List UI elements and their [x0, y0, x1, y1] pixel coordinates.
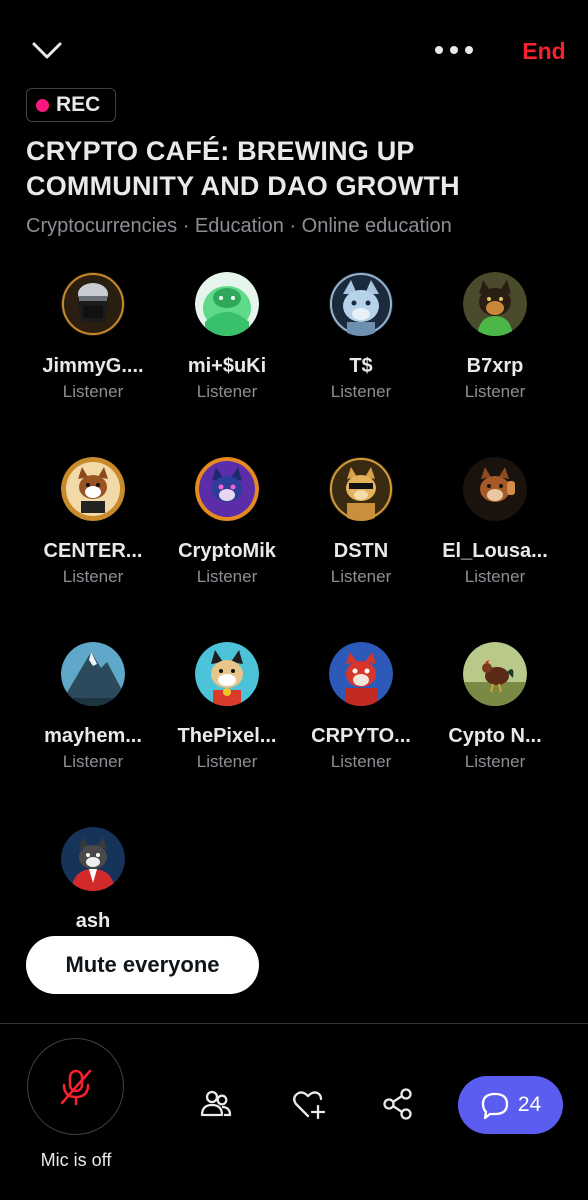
- avatar: [329, 272, 393, 336]
- avatar: [61, 827, 125, 891]
- avatar: [61, 272, 125, 336]
- comments-button[interactable]: 24: [458, 1076, 563, 1134]
- participant[interactable]: B7xrp Listener: [428, 272, 562, 403]
- participant-role: Listener: [196, 567, 258, 586]
- participant-name: CryptoMik: [178, 540, 276, 562]
- participant-role: Listener: [464, 382, 526, 401]
- participant-role: Listener: [62, 382, 124, 401]
- bottom-divider: [0, 1023, 588, 1024]
- more-dots-icon: [435, 46, 473, 54]
- mic-off-icon: [60, 1069, 91, 1105]
- participant[interactable]: mi+$uKi Listener: [160, 272, 294, 403]
- participant-role: Listener: [196, 752, 258, 771]
- participant-role: Listener: [330, 752, 392, 771]
- space-screen: End REC CRYPTO CAFÉ: BREWING UP COMMUNIT…: [0, 0, 588, 1200]
- space-title: CRYPTO CAFÉ: BREWING UP COMMUNITY AND DA…: [26, 134, 566, 204]
- space-title-line-2: COMMUNITY AND DAO GROWTH: [26, 171, 460, 201]
- participant[interactable]: El_Lousa... Listener: [428, 457, 562, 588]
- share-icon: [383, 1088, 412, 1120]
- avatar: [61, 457, 125, 521]
- avatar: [329, 642, 393, 706]
- mute-everyone-button[interactable]: Mute everyone: [26, 936, 259, 994]
- top-bar: End: [0, 30, 588, 70]
- participant-role: Listener: [196, 382, 258, 401]
- participant[interactable]: ThePixel... Listener: [160, 642, 294, 773]
- people-button[interactable]: [198, 1086, 234, 1122]
- avatar: [463, 642, 527, 706]
- end-space-button[interactable]: End: [514, 34, 574, 68]
- participant-name: JimmyG....: [42, 355, 144, 377]
- participant-role: Listener: [62, 567, 124, 586]
- avatar: [463, 457, 527, 521]
- chat-bubble-icon: [481, 1092, 508, 1120]
- participant-role: Listener: [464, 567, 526, 586]
- participant-name: mi+$uKi: [187, 355, 267, 377]
- avatar: [329, 457, 393, 521]
- participant-name: DSTN: [333, 540, 389, 562]
- participant[interactable]: CRPYTO... Listener: [294, 642, 428, 773]
- participant[interactable]: Cypto N... Listener: [428, 642, 562, 773]
- avatar: [61, 642, 125, 706]
- space-title-line-1: CRYPTO CAFÉ: BREWING UP: [26, 136, 415, 166]
- participant[interactable]: T$ Listener: [294, 272, 428, 403]
- participant-name: ThePixel...: [177, 725, 277, 747]
- avatar: [195, 457, 259, 521]
- participant-name: CENTER...: [43, 540, 143, 562]
- participant[interactable]: ash: [26, 827, 160, 933]
- participant[interactable]: DSTN Listener: [294, 457, 428, 588]
- avatar: [463, 272, 527, 336]
- mic-toggle-button[interactable]: [27, 1038, 124, 1135]
- collapse-button[interactable]: [28, 34, 66, 68]
- comments-count: 24: [517, 1093, 542, 1116]
- chevron-down-icon: [32, 42, 62, 59]
- participant-role: Listener: [330, 382, 392, 401]
- avatar: [195, 272, 259, 336]
- participant-role: Listener: [62, 752, 124, 771]
- participant-name: CRPYTO...: [311, 725, 411, 747]
- participant-name: T$: [349, 355, 373, 377]
- recording-label: REC: [56, 93, 101, 116]
- participant-name: B7xrp: [466, 355, 524, 377]
- more-options-button[interactable]: [432, 36, 476, 64]
- participant-name: Cypto N...: [448, 725, 542, 747]
- participant[interactable]: CENTER... Listener: [26, 457, 160, 588]
- reaction-button[interactable]: [290, 1086, 326, 1122]
- participant[interactable]: mayhem... Listener: [26, 642, 160, 773]
- participant-role: Listener: [464, 752, 526, 771]
- recording-badge: REC: [26, 88, 116, 122]
- participant-name: ash: [75, 910, 111, 932]
- participant[interactable]: CryptoMik Listener: [160, 457, 294, 588]
- participant-name: El_Lousa...: [442, 540, 548, 562]
- share-button[interactable]: [380, 1086, 416, 1122]
- avatar: [195, 642, 259, 706]
- heart-plus-icon: [293, 1091, 326, 1120]
- people-icon: [200, 1090, 232, 1117]
- mic-status-label: Mic is off: [40, 1150, 112, 1170]
- recording-dot-icon: [36, 98, 49, 112]
- participant-role: Listener: [330, 567, 392, 586]
- space-topics: Cryptocurrencies · Education · Online ed…: [26, 215, 452, 237]
- participant[interactable]: JimmyG.... Listener: [26, 272, 160, 403]
- participant-name: mayhem...: [44, 725, 142, 747]
